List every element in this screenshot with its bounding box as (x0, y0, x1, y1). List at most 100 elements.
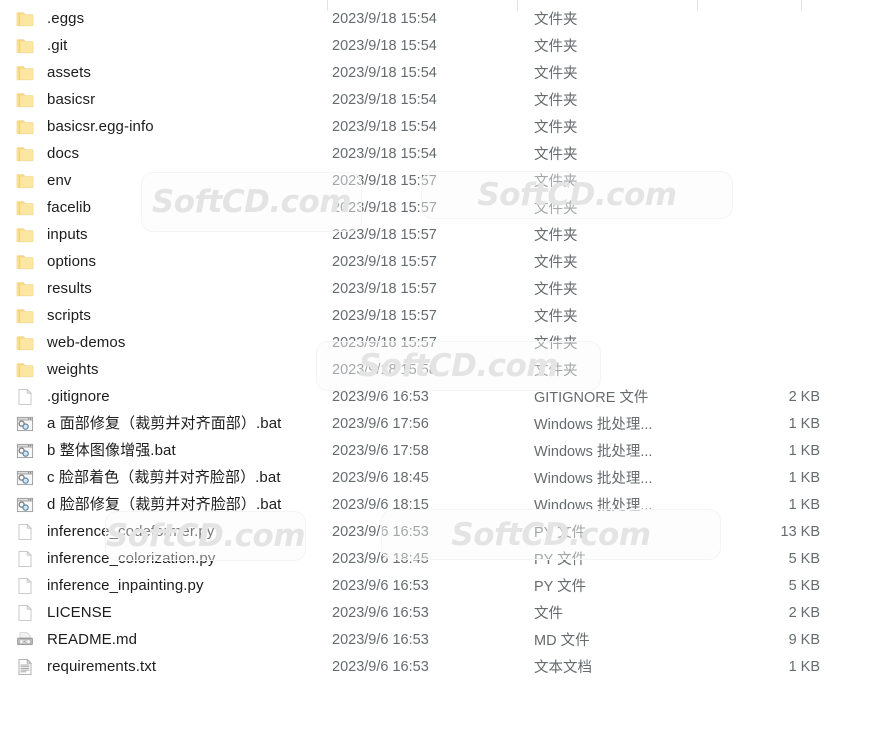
file-date-modified: 2023/9/18 15:58 (332, 361, 437, 378)
file-row[interactable]: env 2023/9/18 15:57 文件夹 (0, 167, 874, 194)
file-size: 1 KB (788, 442, 820, 459)
file-name-cell[interactable]: web-demos (0, 333, 327, 353)
file-type: PY 文件 (534, 552, 587, 568)
file-row[interactable]: web-demos 2023/9/18 15:57 文件夹 (0, 329, 874, 356)
file-row[interactable]: .gitignore 2023/9/6 16:53 GITIGNORE 文件 2 KB (0, 383, 874, 410)
file-name-cell[interactable]: b 整体图像增强.bat (0, 441, 327, 461)
file-name-cell[interactable]: .git (0, 36, 327, 56)
file-name-cell[interactable]: docs (0, 144, 327, 164)
file-date-modified: 2023/9/18 15:54 (332, 64, 437, 81)
file-date-modified: 2023/9/18 15:54 (332, 145, 437, 162)
file-type: 文件夹 (534, 147, 578, 163)
file-name-cell[interactable]: assets (0, 63, 327, 83)
file-row[interactable]: c 脸部着色（裁剪并对齐脸部）.bat 2023/9/6 18:45 Windows… (0, 464, 874, 491)
file-row[interactable]: .git 2023/9/18 15:54 文件夹 (0, 32, 874, 59)
file-name-label: basicsr (47, 90, 96, 108)
file-name-label: .git (47, 36, 68, 54)
file-type: 文件夹 (534, 336, 578, 352)
file-name-cell[interactable]: .eggs (0, 9, 327, 29)
file-row[interactable]: inference_inpainting.py 2023/9/6 16:53 PY … (0, 572, 874, 599)
file-type: Windows 批处理... (534, 471, 653, 487)
folder-icon (15, 36, 35, 56)
file-date-modified: 2023/9/18 15:54 (332, 10, 437, 27)
folder-icon (15, 9, 35, 29)
file-row[interactable]: basicsr.egg-info 2023/9/18 15:54 文件夹 (0, 113, 874, 140)
file-name-cell[interactable]: facelib (0, 198, 327, 218)
file-name-cell[interactable]: LICENSE (0, 603, 327, 623)
file-name-label: inference_inpainting.py (47, 576, 204, 594)
blank-document-icon (15, 549, 35, 569)
file-row[interactable]: inference_colorization.py 2023/9/6 18:45 P… (0, 545, 874, 572)
file-size: 1 KB (788, 469, 820, 486)
file-row[interactable]: assets 2023/9/18 15:54 文件夹 (0, 59, 874, 86)
file-name-label: inference_codeformer.py (47, 522, 215, 540)
batch-file-icon (15, 414, 35, 434)
file-row[interactable]: docs 2023/9/18 15:54 文件夹 (0, 140, 874, 167)
file-name-cell[interactable]: scripts (0, 306, 327, 326)
file-name-label: scripts (47, 306, 92, 324)
file-list[interactable]: .eggs 2023/9/18 15:54 文件夹 .git 2023/9/18 15:… (0, 5, 874, 680)
file-name-cell[interactable]: requirements.txt (0, 657, 327, 677)
file-type: 文件夹 (534, 120, 578, 136)
file-type: PY 文件 (534, 579, 587, 595)
file-size: 2 KB (788, 388, 820, 405)
file-name-cell[interactable]: basicsr (0, 90, 327, 110)
file-row[interactable]: inputs 2023/9/18 15:57 文件夹 (0, 221, 874, 248)
file-date-modified: 2023/9/6 16:53 (332, 658, 429, 675)
file-row[interactable]: results 2023/9/18 15:57 文件夹 (0, 275, 874, 302)
file-row[interactable]: b 整体图像增强.bat 2023/9/6 17:58 Windows 批处理...… (0, 437, 874, 464)
file-name-cell[interactable]: weights (0, 360, 327, 380)
blank-document-icon (15, 387, 35, 407)
file-name-cell[interactable]: results (0, 279, 327, 299)
file-row[interactable]: MD README.md 2023/9/6 16:53 MD 文件 9 KB (0, 626, 874, 653)
file-date-modified: 2023/9/18 15:57 (332, 334, 437, 351)
file-name-label: README.md (47, 630, 138, 648)
file-row[interactable]: LICENSE 2023/9/6 16:53 文件 2 KB (0, 599, 874, 626)
file-size: 2 KB (788, 604, 820, 621)
file-type: 文件夹 (534, 174, 578, 190)
file-name-cell[interactable]: inference_codeformer.py (0, 522, 327, 542)
file-row[interactable]: inference_codeformer.py 2023/9/6 16:53 PY … (0, 518, 874, 545)
file-name-cell[interactable]: basicsr.egg-info (0, 117, 327, 137)
file-name-label: options (47, 252, 97, 270)
file-type: 文件夹 (534, 66, 578, 82)
file-row[interactable]: basicsr 2023/9/18 15:54 文件夹 (0, 86, 874, 113)
file-name-label: d 脸部修复（裁剪并对齐脸部）.bat (47, 495, 282, 513)
file-name-cell[interactable]: env (0, 171, 327, 191)
file-name-cell[interactable]: inference_inpainting.py (0, 576, 327, 596)
file-date-modified: 2023/9/6 17:58 (332, 442, 429, 459)
file-type: 文件夹 (534, 282, 578, 298)
file-name-cell[interactable]: MD README.md (0, 630, 327, 650)
file-row[interactable]: scripts 2023/9/18 15:57 文件夹 (0, 302, 874, 329)
file-row[interactable]: .eggs 2023/9/18 15:54 文件夹 (0, 5, 874, 32)
file-row[interactable]: facelib 2023/9/18 15:57 文件夹 (0, 194, 874, 221)
file-size: 1 KB (788, 415, 820, 432)
file-row[interactable]: options 2023/9/18 15:57 文件夹 (0, 248, 874, 275)
file-name-cell[interactable]: a 面部修复（裁剪并对齐面部）.bat (0, 414, 327, 434)
file-date-modified: 2023/9/6 18:15 (332, 496, 429, 513)
file-date-modified: 2023/9/6 16:53 (332, 388, 429, 405)
folder-icon (15, 306, 35, 326)
file-name-cell[interactable]: d 脸部修复（裁剪并对齐脸部）.bat (0, 495, 327, 515)
file-name-label: assets (47, 63, 91, 81)
file-type: GITIGNORE 文件 (534, 390, 649, 406)
file-type: 文件夹 (534, 201, 578, 217)
svg-text:MD: MD (22, 639, 28, 643)
file-name-cell[interactable]: inference_colorization.py (0, 549, 327, 569)
file-name-label: results (47, 279, 92, 297)
file-type: Windows 批处理... (534, 498, 653, 514)
file-name-cell[interactable]: options (0, 252, 327, 272)
file-name-cell[interactable]: inputs (0, 225, 327, 245)
file-row[interactable]: requirements.txt 2023/9/6 16:53 文本文档 1 KB (0, 653, 874, 680)
file-name-cell[interactable]: c 脸部着色（裁剪并对齐脸部）.bat (0, 468, 327, 488)
file-type: 文件夹 (534, 39, 578, 55)
blank-document-icon (15, 576, 35, 596)
file-row[interactable]: weights 2023/9/18 15:58 文件夹 (0, 356, 874, 383)
file-name-cell[interactable]: .gitignore (0, 387, 327, 407)
folder-icon (15, 198, 35, 218)
file-row[interactable]: a 面部修复（裁剪并对齐面部）.bat 2023/9/6 17:56 Windows… (0, 410, 874, 437)
file-type: Windows 批处理... (534, 417, 653, 433)
file-type: 文件夹 (534, 309, 578, 325)
file-date-modified: 2023/9/18 15:54 (332, 118, 437, 135)
file-row[interactable]: d 脸部修复（裁剪并对齐脸部）.bat 2023/9/6 18:15 Windows… (0, 491, 874, 518)
